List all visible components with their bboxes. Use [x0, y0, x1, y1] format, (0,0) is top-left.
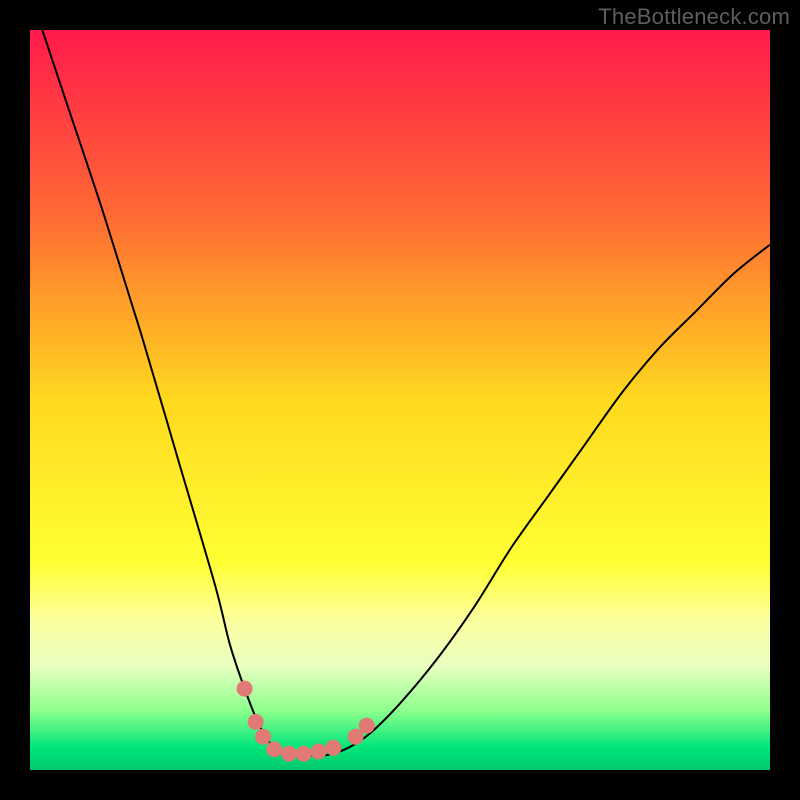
marker-point [359, 718, 375, 734]
marker-point [255, 729, 271, 745]
gradient-background [30, 30, 770, 770]
watermark-text: TheBottleneck.com [598, 4, 790, 30]
marker-point [237, 681, 253, 697]
plot-area [30, 30, 770, 770]
bottleneck-chart [30, 30, 770, 770]
marker-point [296, 746, 312, 762]
chart-frame: TheBottleneck.com [0, 0, 800, 800]
marker-point [325, 740, 341, 756]
marker-point [266, 741, 282, 757]
marker-point [311, 744, 327, 760]
marker-point [248, 714, 264, 730]
marker-point [281, 746, 297, 762]
